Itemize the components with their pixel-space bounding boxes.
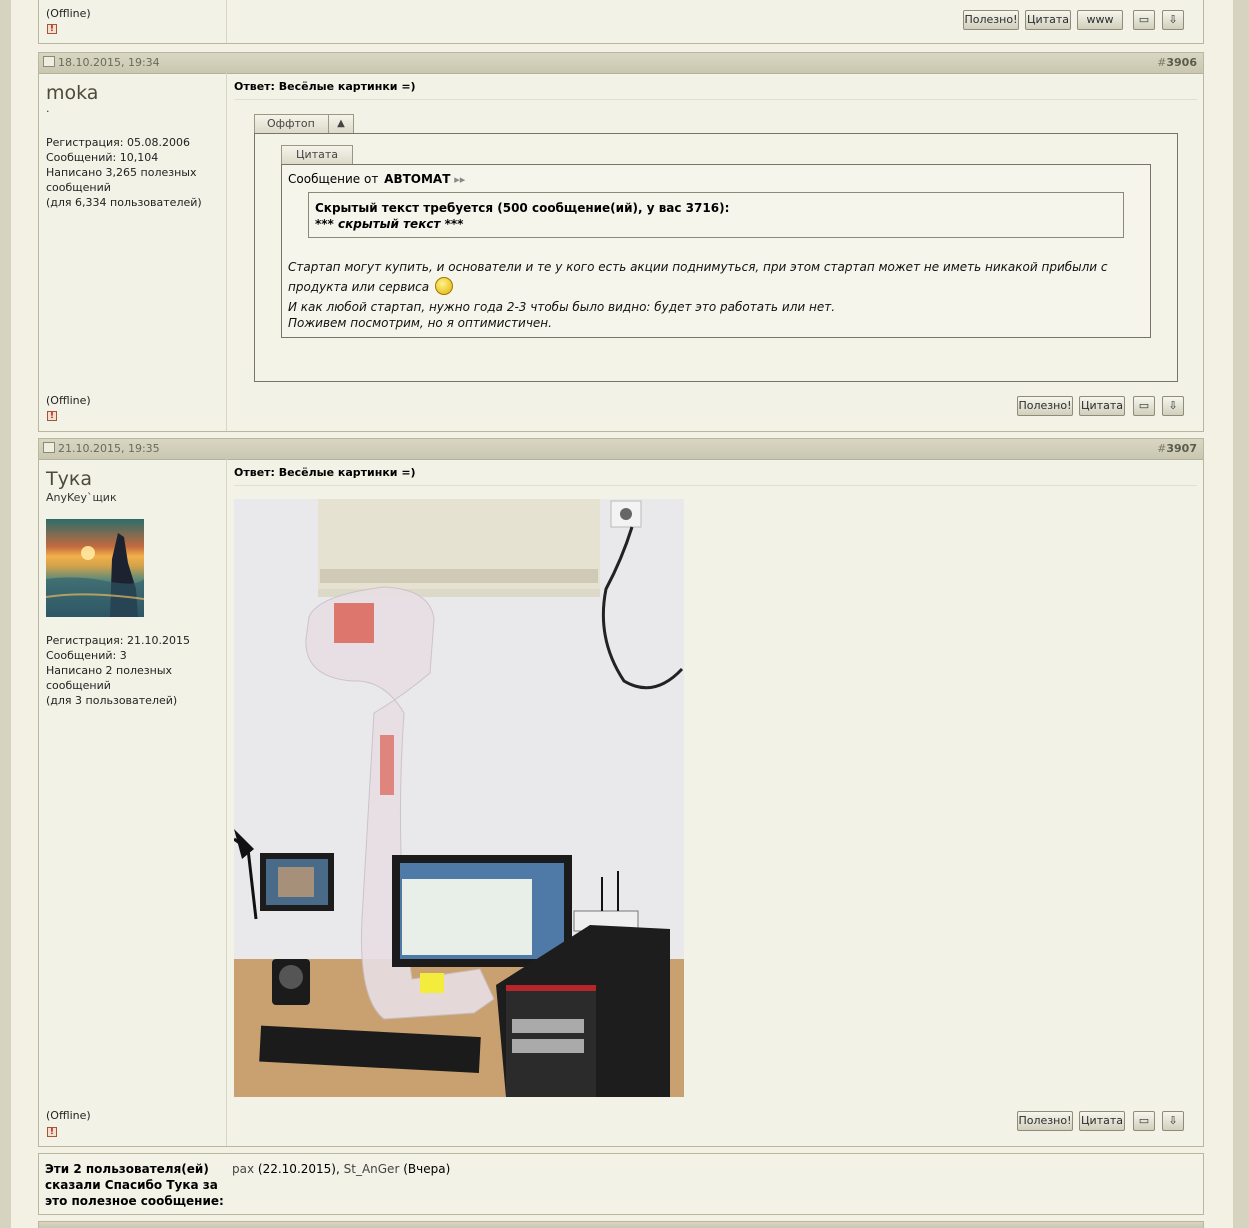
thanks-label: Эти 2 пользователя(ей) сказали Спасибо Т… — [45, 1161, 224, 1209]
smiley-icon — [434, 277, 453, 295]
quote-line-2: продукта или сервиса — [288, 275, 1144, 299]
quote-button[interactable]: Цитата — [1079, 396, 1125, 416]
previous-post: (Offline) ! Полезно! Цитата www ▭ ⇩ — [38, 0, 1204, 44]
quote-button[interactable]: Цитата — [1079, 1111, 1125, 1131]
arrow-down-icon[interactable]: ⇩ — [1162, 10, 1184, 30]
post-status-icon — [43, 56, 55, 67]
reg-date: Регистрация: 05.08.2006 — [46, 136, 190, 149]
post-title: Ответ: Весёлые картинки =) — [234, 79, 1197, 100]
reg-date: Регистрация: 21.10.2015 — [46, 634, 190, 647]
quote-from-label: Сообщение от — [288, 172, 379, 186]
spoiler-box: Цитата Сообщение от АВТОМАТ ▸▸ Скрытый т… — [254, 133, 1178, 382]
hidden-text-box: Скрытый текст требуется (500 сообщение(и… — [308, 192, 1124, 238]
thanks-box: Эти 2 пользователя(ей) сказали Спасибо Т… — [38, 1153, 1204, 1215]
reply-icon[interactable]: ▭ — [1133, 396, 1155, 416]
thanks-date: (22.10.2015), — [257, 1162, 340, 1176]
quote-button[interactable]: Цитата — [1025, 10, 1071, 30]
hidden-text-notice: Скрытый текст требуется (500 сообщение(и… — [315, 200, 729, 232]
user-sidebar: Тука AnyKey`щик Регистрация: 21.10.2015 … — [39, 459, 227, 1146]
useful-button[interactable]: Полезно! — [1017, 1111, 1073, 1131]
message-count: Сообщений: 10,104 — [46, 151, 159, 164]
thanks-label-1: Эти 2 пользователя(ей) — [45, 1162, 209, 1176]
report-icon[interactable]: ! — [47, 24, 57, 34]
quote-line-4: Поживем посмотрим, но я оптимистичен. — [288, 316, 552, 330]
offline-status: (Offline) — [46, 1109, 91, 1122]
user-info: Регистрация: 21.10.2015 Сообщений: 3 Нап… — [46, 633, 219, 708]
report-icon[interactable]: ! — [47, 411, 57, 421]
useful-count-2: сообщений — [46, 679, 111, 692]
post-content: Ответ: Весёлые картинки =) Оффтоп ▲ Цита… — [234, 73, 1197, 431]
post-3906: 18.10.2015, 19:34 #3906 moka · Регистрац… — [38, 52, 1204, 432]
user-title: · — [46, 105, 50, 118]
arrow-down-icon[interactable]: ⇩ — [1162, 396, 1184, 416]
useful-count: Написано 2 полезных — [46, 664, 173, 677]
spoiler-label: Оффтоп — [267, 117, 315, 130]
user-info: Регистрация: 05.08.2006 Сообщений: 10,10… — [46, 135, 219, 210]
avatar-art — [46, 533, 144, 617]
username[interactable]: moka — [46, 81, 219, 105]
quote-author[interactable]: АВТОМАТ — [384, 172, 450, 186]
user-avatar[interactable] — [46, 519, 144, 617]
reply-icon[interactable]: ▭ — [1133, 10, 1155, 30]
post-buttons: Полезно! Цитата ▭ ⇩ — [1017, 396, 1197, 416]
thanks-user-link[interactable]: pax — [232, 1162, 254, 1176]
post-photo[interactable] — [234, 499, 684, 1097]
useful-count-2: сообщений — [46, 181, 111, 194]
thanks-user-link[interactable]: St_AnGer — [344, 1162, 400, 1176]
thanks-users: pax (22.10.2015), St_AnGer (Вчера) — [232, 1161, 450, 1177]
quote-line-3: И как любой стартап, нужно года 2-3 чтоб… — [288, 300, 836, 314]
user-sidebar: moka · Регистрация: 05.08.2006 Сообщений… — [39, 73, 227, 431]
quote-body: Стартап могут купить, и основатели и те … — [288, 259, 1144, 331]
message-count: Сообщений: 3 — [46, 649, 127, 662]
www-button[interactable]: www — [1077, 10, 1123, 30]
photo-illustration — [234, 499, 684, 1097]
offline-status: (Offline) — [46, 394, 91, 407]
quote-line-2-text: продукта или сервиса — [288, 280, 430, 294]
reply-icon[interactable]: ▭ — [1133, 1111, 1155, 1131]
post-number-value: 3907 — [1166, 442, 1197, 455]
quote-tab: Цитата — [281, 145, 353, 164]
post-status-icon — [43, 442, 55, 453]
arrow-down-icon[interactable]: ⇩ — [1162, 1111, 1184, 1131]
post-3907: 21.10.2015, 19:35 #3907 Тука AnyKey`щик … — [38, 438, 1204, 1147]
post-date-text: 21.10.2015, 19:35 — [58, 442, 160, 455]
post-number-hash: # — [1157, 442, 1167, 455]
post-header: 18.10.2015, 19:34 #3906 — [39, 53, 1203, 74]
spoiler-tab[interactable]: Оффтоп ▲ — [254, 114, 354, 133]
post-number[interactable]: #3907 — [1157, 439, 1197, 459]
quote-line-1: Стартап могут купить, и основатели и те … — [288, 260, 1108, 274]
post-date-text: 18.10.2015, 19:34 — [58, 56, 160, 69]
quote-box: Сообщение от АВТОМАТ ▸▸ Скрытый текст тр… — [281, 164, 1151, 338]
post-date: 18.10.2015, 19:34 — [43, 53, 160, 73]
post-number-value: 3906 — [1166, 56, 1197, 69]
post-title: Ответ: Весёлые картинки =) — [234, 465, 1197, 486]
useful-users: (для 3 пользователей) — [46, 694, 178, 707]
user-title: AnyKey`щик — [46, 491, 117, 504]
quote-header: Сообщение от АВТОМАТ ▸▸ — [288, 172, 465, 186]
hidden-text-placeholder: *** скрытый текст *** — [315, 217, 464, 231]
previous-post-sidebar: (Offline) ! — [39, 0, 227, 43]
thanks-date: (Вчера) — [403, 1162, 451, 1176]
useful-button[interactable]: Полезно! — [1017, 396, 1073, 416]
previous-post-buttons: Полезно! Цитата www ▭ ⇩ — [957, 10, 1197, 30]
useful-users: (для 6,334 пользователей) — [46, 196, 202, 209]
useful-count: Написано 3,265 полезных — [46, 166, 197, 179]
offline-status: (Offline) — [46, 7, 91, 20]
view-post-icon[interactable]: ▸▸ — [454, 173, 465, 186]
useful-button[interactable]: Полезно! — [963, 10, 1019, 30]
thanks-label-2: сказали Спасибо Тука за — [45, 1178, 218, 1192]
next-post-edge — [38, 1221, 1204, 1228]
post-date: 21.10.2015, 19:35 — [43, 439, 160, 459]
hidden-text-requirement: Скрытый текст требуется (500 сообщение(и… — [315, 201, 730, 215]
post-content: Ответ: Весёлые картинки =) Полезно! Цита… — [234, 459, 1197, 1146]
thanks-label-3: это полезное сообщение: — [45, 1194, 224, 1208]
post-header: 21.10.2015, 19:35 #3907 — [39, 439, 1203, 460]
collapse-icon[interactable]: ▲ — [328, 115, 353, 133]
username[interactable]: Тука — [46, 467, 219, 491]
post-number[interactable]: #3906 — [1157, 53, 1197, 73]
post-number-hash: # — [1157, 56, 1167, 69]
report-icon[interactable]: ! — [47, 1127, 57, 1137]
post-buttons: Полезно! Цитата ▭ ⇩ — [1017, 1111, 1197, 1131]
